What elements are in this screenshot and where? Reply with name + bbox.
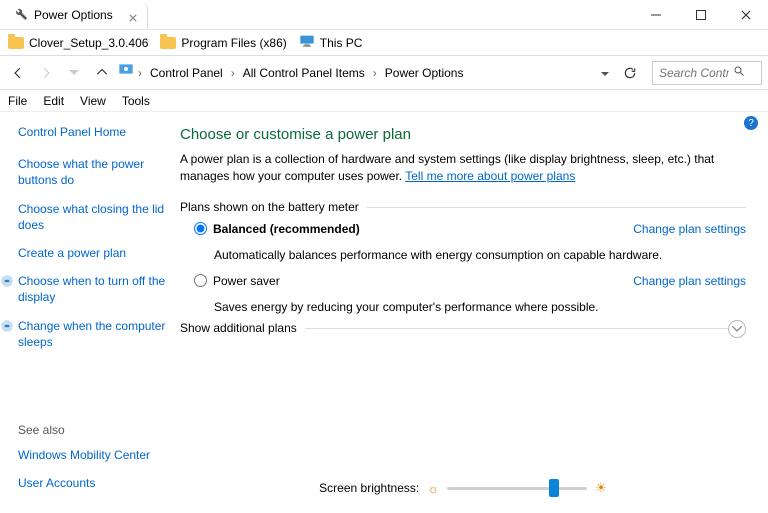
wrench-icon	[12, 5, 28, 24]
sidebar-link[interactable]: Choose when to turn off the display	[18, 273, 170, 305]
sun-dim-icon: ☼	[427, 481, 439, 496]
plan-description: Saves energy by reducing your computer's…	[180, 298, 746, 314]
shield-icon	[0, 274, 14, 288]
menu-file[interactable]: File	[8, 94, 27, 108]
breadcrumb-item[interactable]: Control Panel	[146, 64, 227, 82]
see-also-link[interactable]: User Accounts	[18, 475, 170, 491]
brightness-label: Screen brightness:	[319, 481, 419, 495]
expand-icon[interactable]	[728, 320, 746, 338]
bookmark-item[interactable]: Clover_Setup_3.0.406	[8, 36, 148, 50]
history-dropdown[interactable]	[62, 61, 86, 85]
change-plan-settings-link[interactable]: Change plan settings	[633, 222, 746, 236]
menu-view[interactable]: View	[80, 94, 106, 108]
see-also-link[interactable]: Windows Mobility Center	[18, 447, 170, 463]
sidebar-link[interactable]: Choose what the power buttons do	[18, 156, 170, 188]
control-panel-home-link[interactable]: Control Panel Home	[18, 124, 170, 140]
sidebar-link[interactable]: Change when the computer sleeps	[18, 318, 170, 350]
back-button[interactable]	[6, 61, 30, 85]
breadcrumb-item[interactable]: All Control Panel Items	[239, 64, 369, 82]
address-dropdown-icon[interactable]	[596, 66, 614, 80]
maximize-button[interactable]	[678, 1, 723, 29]
search-box[interactable]	[652, 61, 762, 85]
help-icon[interactable]: ?	[744, 116, 758, 130]
breadcrumb-item[interactable]: Power Options	[381, 64, 468, 82]
menu-edit[interactable]: Edit	[43, 94, 64, 108]
change-plan-settings-link[interactable]: Change plan settings	[633, 274, 746, 288]
bookmark-label: Clover_Setup_3.0.406	[29, 36, 148, 50]
folder-icon	[160, 37, 176, 49]
sun-bright-icon: ☀	[595, 480, 607, 496]
up-button[interactable]	[90, 61, 114, 85]
search-icon[interactable]	[733, 65, 745, 80]
chevron-right-icon: ›	[138, 66, 142, 80]
plan-name: Balanced (recommended)	[213, 222, 360, 236]
page-description: A power plan is a collection of hardware…	[180, 151, 746, 185]
breadcrumb[interactable]: › Control Panel › All Control Panel Item…	[118, 63, 592, 82]
folder-icon	[8, 37, 24, 49]
sidebar-link[interactable]: Create a power plan	[18, 245, 170, 261]
pc-icon	[299, 34, 315, 51]
menu-tools[interactable]: Tools	[122, 94, 150, 108]
refresh-button[interactable]	[618, 61, 642, 85]
sidebar-link[interactable]: Choose what closing the lid does	[18, 201, 170, 233]
close-tab-icon[interactable]	[129, 11, 137, 19]
learn-more-link[interactable]: Tell me more about power plans	[405, 169, 575, 183]
plan-balanced[interactable]: Balanced (recommended)	[194, 222, 360, 236]
forward-button[interactable]	[34, 61, 58, 85]
plan-description: Automatically balances performance with …	[180, 246, 746, 262]
plans-legend: Plans shown on the battery meter	[180, 200, 367, 214]
chevron-right-icon: ›	[231, 66, 235, 80]
browser-tab[interactable]: Power Options	[4, 1, 148, 29]
bookmark-item[interactable]: This PC	[299, 34, 363, 51]
control-panel-icon	[118, 63, 134, 82]
bookmark-label: This PC	[320, 36, 363, 50]
minimize-button[interactable]	[633, 1, 678, 29]
slider-thumb[interactable]	[549, 479, 559, 497]
tab-title: Power Options	[34, 8, 113, 22]
chevron-right-icon: ›	[373, 66, 377, 80]
close-window-button[interactable]	[723, 1, 768, 29]
plan-power-saver[interactable]: Power saver	[194, 274, 280, 288]
plan-name: Power saver	[213, 274, 280, 288]
bookmark-item[interactable]: Program Files (x86)	[160, 36, 286, 50]
see-also-header: See also	[18, 423, 170, 437]
plan-radio[interactable]	[194, 222, 207, 235]
brightness-slider[interactable]	[447, 479, 587, 497]
page-heading: Choose or customise a power plan	[180, 126, 746, 143]
bookmark-label: Program Files (x86)	[181, 36, 286, 50]
show-additional-plans[interactable]: Show additional plans	[180, 321, 305, 335]
search-input[interactable]	[659, 66, 729, 80]
shield-icon	[0, 319, 14, 333]
plan-radio[interactable]	[194, 274, 207, 287]
